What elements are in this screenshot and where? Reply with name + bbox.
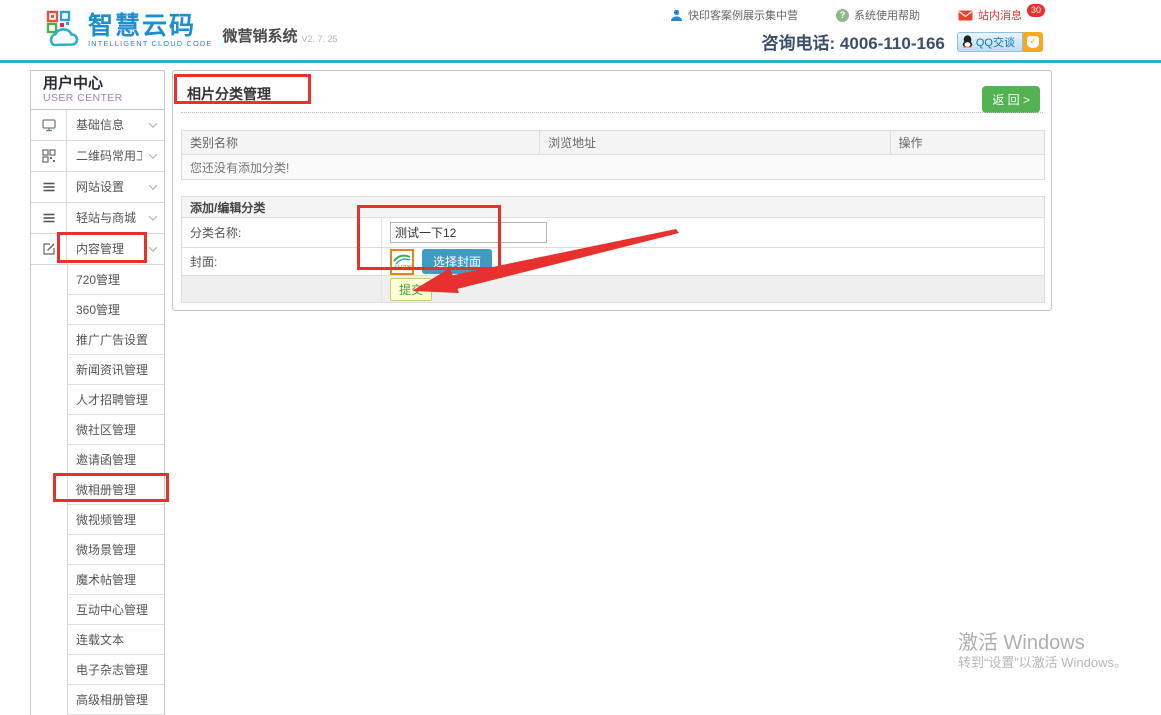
brand-name: 智慧云码 xyxy=(88,13,213,39)
col-actions: 操作 xyxy=(890,131,1044,155)
category-table: 类别名称 浏览地址 操作 您还没有添加分类! xyxy=(181,130,1045,180)
case-center-link[interactable]: 快印客案例展示集中营 xyxy=(670,7,798,23)
annotation-box-content-mgmt xyxy=(57,232,147,263)
list-icon xyxy=(31,203,67,233)
header-links: 快印客案例展示集中营 ? 系统使用帮助 站内消息 30 xyxy=(670,7,1045,23)
sidebar-subitem-invitation[interactable]: 邀请函管理 xyxy=(31,445,164,475)
form-submit-row: 提交 xyxy=(182,276,1045,303)
brand-tagline: INTELLIGENT CLOUD CODE xyxy=(88,39,213,48)
col-category-name: 类别名称 xyxy=(182,131,540,155)
sidebar-subitem-community[interactable]: 微社区管理 xyxy=(31,415,164,445)
form-header: 添加/编辑分类 xyxy=(182,197,1045,218)
messages-count-badge: 30 xyxy=(1027,4,1045,17)
help-icon: ? xyxy=(836,9,849,22)
sidebar-subitem-scene[interactable]: 微场景管理 xyxy=(31,535,164,565)
sidebar-subitem-720[interactable]: 720管理 xyxy=(31,265,164,295)
chevron-down-icon xyxy=(142,110,164,140)
cloud-qrcode-logo-icon xyxy=(46,10,82,48)
sidebar-header: 用户中心 USER CENTER xyxy=(30,70,165,110)
windows-activation-title: 激活 Windows xyxy=(958,626,1085,655)
list-icon xyxy=(31,172,67,202)
windows-activation-subtitle: 转到“设置”以激活 Windows。 xyxy=(958,652,1127,671)
messages-label: 站内消息 xyxy=(978,7,1022,23)
qq-chat-label: QQ交谈 xyxy=(976,34,1015,50)
sidebar-item-lite-site-mall[interactable]: 轻站与商城 xyxy=(31,203,164,234)
case-center-label: 快印客案例展示集中营 xyxy=(688,7,798,23)
annotation-box-form-fields xyxy=(357,205,501,270)
logo: 智慧云码 INTELLIGENT CLOUD CODE 微营销系统 V2. 7.… xyxy=(46,10,338,48)
product-name: 微营销系统 xyxy=(223,25,298,46)
sidebar-item-qrcode-tools[interactable]: 二维码常用工具 xyxy=(31,141,164,172)
user-icon xyxy=(670,9,683,22)
sidebar-title: 用户中心 xyxy=(43,75,164,92)
chevron-down-icon xyxy=(142,203,164,233)
sidebar-subitem-magic-post[interactable]: 魔术帖管理 xyxy=(31,565,164,595)
col-browse-url: 浏览地址 xyxy=(540,131,890,155)
category-name-label: 分类名称: xyxy=(182,218,382,248)
qrcode-icon xyxy=(31,141,67,171)
monitor-icon xyxy=(31,110,67,140)
mail-icon xyxy=(958,10,973,21)
sidebar-subitem-serial-text[interactable]: 连载文本 xyxy=(31,625,164,655)
photo-category-panel: 相片分类管理 返 回 > 类别名称 浏览地址 操作 您还没有添加分类! 添加/编… xyxy=(172,70,1052,311)
annotation-box-photo-album xyxy=(53,473,169,502)
teal-divider xyxy=(0,60,1161,63)
qq-penguin-icon xyxy=(962,35,973,48)
sidebar-subitem-advanced-album[interactable]: 高级相册管理 xyxy=(31,685,164,715)
qq-chat-button[interactable]: QQ交谈 ✓ xyxy=(957,32,1043,52)
back-button[interactable]: 返 回 > xyxy=(982,86,1040,113)
submit-button[interactable]: 提交 xyxy=(390,278,432,301)
table-header-row: 类别名称 浏览地址 操作 xyxy=(182,131,1045,155)
table-empty-row: 您还没有添加分类! xyxy=(182,155,1045,180)
form-cover-row: 封面: 快印客 选择封面 xyxy=(182,248,1045,276)
chevron-down-icon xyxy=(142,172,164,202)
sidebar-subitem-news[interactable]: 新闻资讯管理 xyxy=(31,355,164,385)
header-phone-row: 咨询电话: 4006-110-166 QQ交谈 ✓ xyxy=(762,29,1043,54)
annotation-box-title xyxy=(174,74,311,104)
sidebar-subitem-e-magazine[interactable]: 电子杂志管理 xyxy=(31,655,164,685)
sidebar-subitem-360[interactable]: 360管理 xyxy=(31,295,164,325)
sidebar-subitem-video[interactable]: 微视频管理 xyxy=(31,505,164,535)
help-link[interactable]: ? 系统使用帮助 xyxy=(836,7,920,23)
verified-check-icon: ✓ xyxy=(1027,36,1039,48)
add-edit-form: 添加/编辑分类 分类名称: 封面: 快印客 选择封面 xyxy=(181,196,1045,303)
dotted-divider xyxy=(181,112,1043,113)
sidebar-subitem-interaction[interactable]: 互动中心管理 xyxy=(31,595,164,625)
messages-link[interactable]: 站内消息 30 xyxy=(958,7,1045,23)
chevron-down-icon xyxy=(142,141,164,171)
sidebar-item-site-settings[interactable]: 网站设置 xyxy=(31,172,164,203)
sidebar-subitem-recruit[interactable]: 人才招聘管理 xyxy=(31,385,164,415)
top-header: 智慧云码 INTELLIGENT CLOUD CODE 微营销系统 V2. 7.… xyxy=(0,0,1161,60)
sidebar-item-basic-info[interactable]: 基础信息 xyxy=(31,110,164,141)
sidebar-menu: 基础信息 二维码常用工具 网站设置 轻站与商城 内容管理 720管理 360管理… xyxy=(30,110,165,715)
form-header-row: 添加/编辑分类 xyxy=(182,197,1045,218)
form-name-row: 分类名称: xyxy=(182,218,1045,248)
consult-phone: 咨询电话: 4006-110-166 xyxy=(762,29,945,54)
cover-label: 封面: xyxy=(182,248,382,276)
empty-message: 您还没有添加分类! xyxy=(182,155,1045,180)
sidebar-subitem-promo-ads[interactable]: 推广广告设置 xyxy=(31,325,164,355)
product-version: V2. 7. 25 xyxy=(302,34,338,44)
help-label: 系统使用帮助 xyxy=(854,7,920,23)
sidebar-subtitle: USER CENTER xyxy=(43,92,164,104)
